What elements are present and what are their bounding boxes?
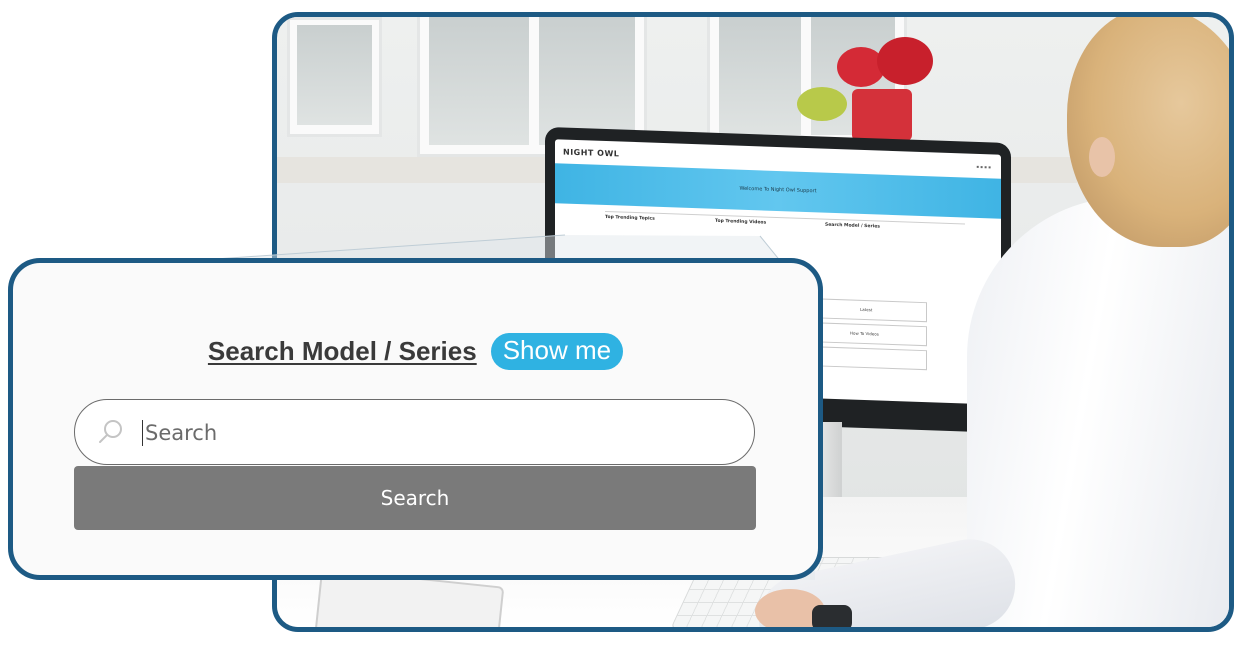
search-icon (99, 420, 122, 443)
search-field[interactable] (74, 399, 755, 465)
show-me-button[interactable]: Show me (490, 333, 624, 371)
search-model-series-heading[interactable]: Search Model / Series (208, 336, 477, 367)
search-heading-row: Search Model / Series Show me (13, 333, 818, 371)
search-button[interactable]: Search (74, 466, 756, 530)
search-input[interactable] (143, 412, 707, 454)
search-callout-card: Search Model / Series Show me Search (8, 258, 823, 580)
